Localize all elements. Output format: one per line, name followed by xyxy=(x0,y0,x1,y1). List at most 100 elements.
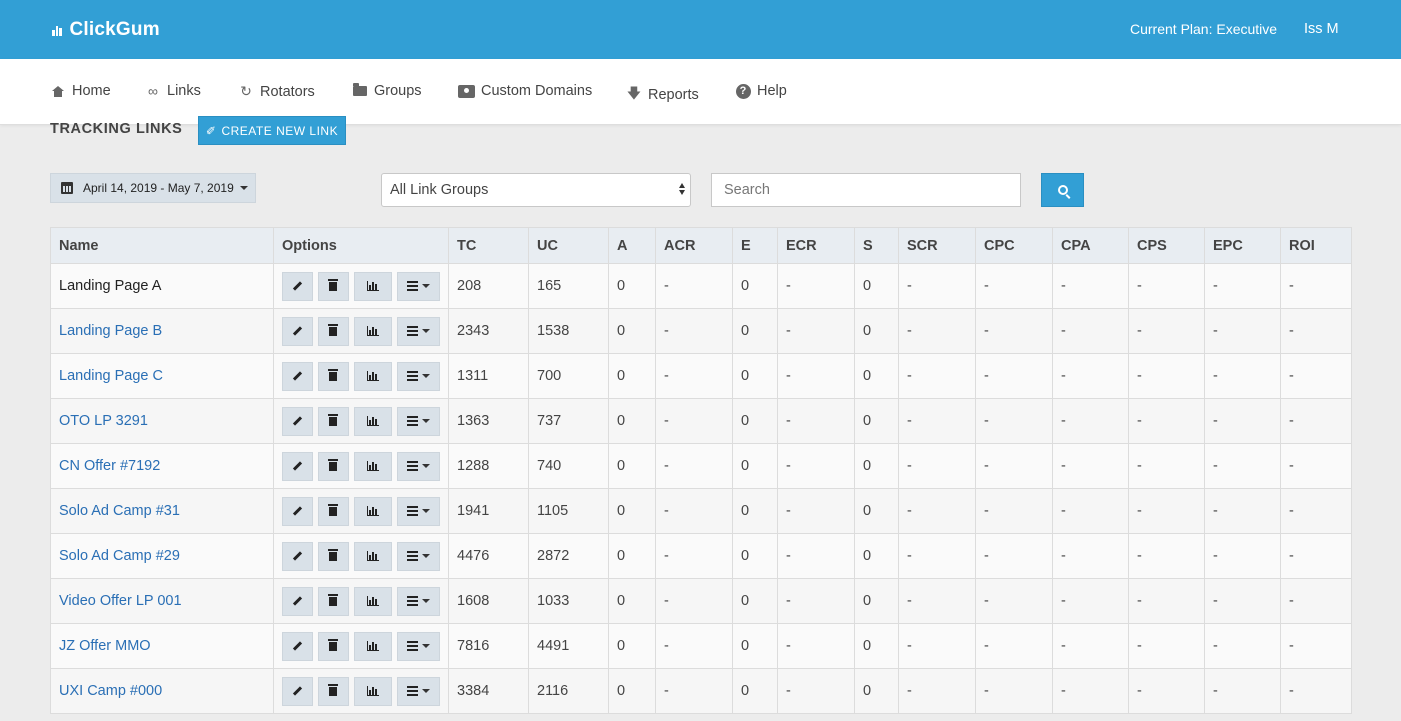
cell-scr: - xyxy=(898,353,976,399)
more-options-button[interactable] xyxy=(396,541,440,571)
stats-button[interactable] xyxy=(353,496,392,526)
nav-rotators[interactable]: ↻ Rotators xyxy=(238,83,315,100)
edit-button[interactable] xyxy=(282,271,313,301)
cell-uc: 1538 xyxy=(528,308,609,354)
column-header-cps[interactable]: CPS xyxy=(1128,227,1205,264)
link-name[interactable]: Video Offer LP 001 xyxy=(59,593,182,609)
create-new-link-button[interactable]: ✐ CREATE NEW LINK xyxy=(198,116,346,145)
column-header-options[interactable]: Options xyxy=(273,227,449,264)
more-options-button[interactable] xyxy=(396,361,440,391)
cell-a: 0 xyxy=(608,578,656,624)
link-name[interactable]: JZ Offer MMO xyxy=(59,638,151,654)
cell-a: 0 xyxy=(608,533,656,579)
column-header-roi[interactable]: ROI xyxy=(1280,227,1352,264)
link-group-select[interactable]: All Link Groups xyxy=(381,173,691,207)
link-name[interactable]: UXI Camp #000 xyxy=(59,683,162,699)
delete-button[interactable] xyxy=(317,631,349,661)
nav-label: Home xyxy=(72,83,111,99)
stats-button[interactable] xyxy=(353,451,392,481)
nav-links[interactable]: ∞ Links xyxy=(145,83,201,99)
current-plan[interactable]: Current Plan: Executive xyxy=(1130,21,1277,37)
caret-down-icon xyxy=(421,554,430,558)
edit-button[interactable] xyxy=(282,631,313,661)
delete-button[interactable] xyxy=(317,316,349,346)
delete-button[interactable] xyxy=(317,361,349,391)
column-header-name[interactable]: Name xyxy=(50,227,274,264)
stats-button[interactable] xyxy=(353,541,392,571)
caret-down-icon xyxy=(421,374,430,378)
nav-groups[interactable]: Groups xyxy=(352,83,422,99)
stats-button[interactable] xyxy=(353,676,392,706)
edit-button[interactable] xyxy=(282,586,313,616)
nav-custom-domains[interactable]: Custom Domains xyxy=(457,83,592,99)
nav-reports[interactable]: 🡇 Reports xyxy=(626,83,699,107)
edit-button[interactable] xyxy=(282,316,313,346)
cell-cps: - xyxy=(1128,443,1205,489)
stats-button[interactable] xyxy=(353,586,392,616)
more-options-button[interactable] xyxy=(396,406,440,436)
stats-button[interactable] xyxy=(353,316,392,346)
column-header-e[interactable]: E xyxy=(732,227,778,264)
date-range-picker[interactable]: April 14, 2019 - May 7, 2019 xyxy=(50,173,256,203)
nav-help[interactable]: ? Help xyxy=(735,83,787,99)
search-input[interactable] xyxy=(711,173,1021,207)
column-header-s[interactable]: S xyxy=(854,227,899,264)
trash-icon xyxy=(328,323,339,336)
trash-icon xyxy=(328,413,339,426)
column-header-tc[interactable]: TC xyxy=(448,227,529,264)
edit-button[interactable] xyxy=(282,676,313,706)
delete-button[interactable] xyxy=(317,271,349,301)
more-options-button[interactable] xyxy=(396,496,440,526)
edit-button[interactable] xyxy=(282,541,313,571)
delete-button[interactable] xyxy=(317,586,349,616)
delete-button[interactable] xyxy=(317,676,349,706)
delete-button[interactable] xyxy=(317,406,349,436)
link-name[interactable]: CN Offer #7192 xyxy=(59,458,160,474)
cell-e: 0 xyxy=(732,488,778,534)
delete-button[interactable] xyxy=(317,541,349,571)
menu-icon xyxy=(406,551,418,561)
stats-button[interactable] xyxy=(353,271,392,301)
user-menu[interactable]: Iss M xyxy=(1304,21,1339,37)
link-name[interactable]: Landing Page B xyxy=(59,323,162,339)
column-header-cpc[interactable]: CPC xyxy=(975,227,1053,264)
edit-button[interactable] xyxy=(282,361,313,391)
cell-cpc: - xyxy=(975,533,1053,579)
link-name[interactable]: OTO LP 3291 xyxy=(59,413,148,429)
cell-cpa: - xyxy=(1052,353,1129,399)
brand-logo[interactable]: ClickGum xyxy=(52,19,160,41)
column-header-acr[interactable]: ACR xyxy=(655,227,733,264)
link-name[interactable]: Solo Ad Camp #31 xyxy=(59,503,180,519)
link-name[interactable]: Landing Page A xyxy=(59,278,161,294)
link-name[interactable]: Solo Ad Camp #29 xyxy=(59,548,180,564)
edit-button[interactable] xyxy=(282,406,313,436)
more-options-button[interactable] xyxy=(396,271,440,301)
column-header-ecr[interactable]: ECR xyxy=(777,227,855,264)
edit-button[interactable] xyxy=(282,451,313,481)
cell-acr: - xyxy=(655,623,733,669)
cell-uc: 2872 xyxy=(528,533,609,579)
search-button[interactable] xyxy=(1041,173,1084,207)
cell-s: 0 xyxy=(854,488,899,534)
delete-button[interactable] xyxy=(317,451,349,481)
column-header-cpa[interactable]: CPA xyxy=(1052,227,1129,264)
link-name[interactable]: Landing Page C xyxy=(59,368,163,384)
cell-scr: - xyxy=(898,308,976,354)
nav-home[interactable]: Home xyxy=(50,83,111,99)
column-header-uc[interactable]: UC xyxy=(528,227,609,264)
pencil-icon xyxy=(292,686,303,696)
column-header-a[interactable]: A xyxy=(608,227,656,264)
more-options-button[interactable] xyxy=(396,586,440,616)
stats-button[interactable] xyxy=(353,361,392,391)
more-options-button[interactable] xyxy=(396,676,440,706)
column-header-epc[interactable]: EPC xyxy=(1204,227,1281,264)
more-options-button[interactable] xyxy=(396,316,440,346)
stats-button[interactable] xyxy=(353,406,392,436)
more-options-button[interactable] xyxy=(396,631,440,661)
more-options-button[interactable] xyxy=(396,451,440,481)
stats-button[interactable] xyxy=(353,631,392,661)
cell-scr: - xyxy=(898,668,976,714)
edit-button[interactable] xyxy=(282,496,313,526)
column-header-scr[interactable]: SCR xyxy=(898,227,976,264)
delete-button[interactable] xyxy=(317,496,349,526)
